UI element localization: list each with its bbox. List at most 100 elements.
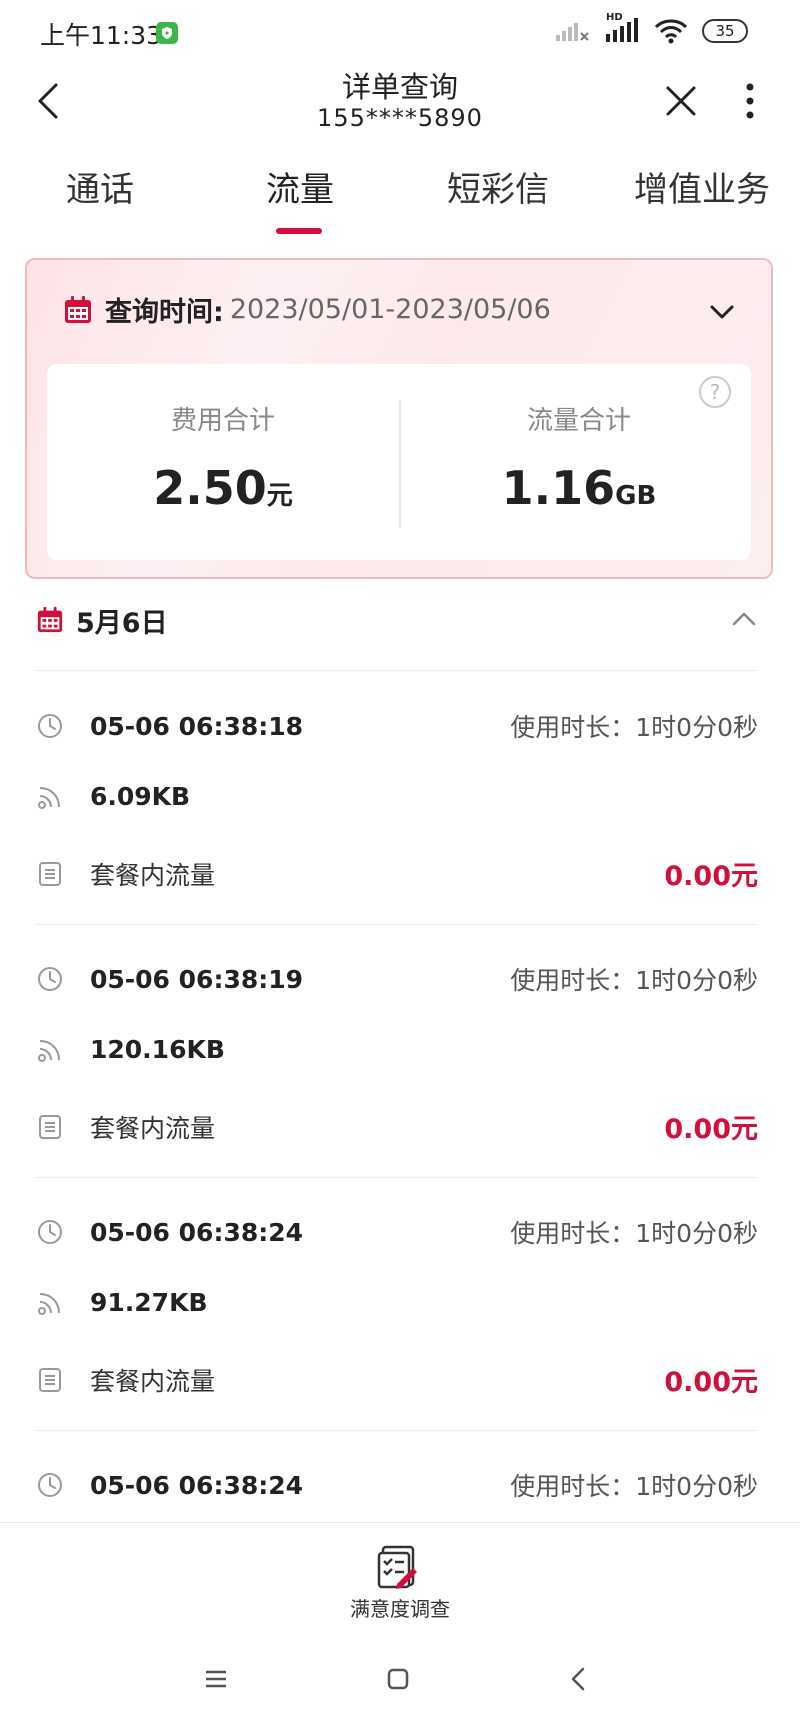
fee-total-value-line: 2.50元 (53, 461, 393, 515)
document-icon (39, 1114, 61, 1139)
summary-divider (399, 400, 401, 528)
document-icon (39, 861, 61, 886)
chevron-down-icon[interactable] (707, 300, 737, 324)
record-fee: 0.00元 (664, 1367, 758, 1398)
signal-off-icon (556, 23, 589, 41)
status-bar: 上午11:33 HD 35 (0, 0, 800, 64)
system-nav-bar (0, 1625, 800, 1733)
data-total-value-line: 1.16GB (409, 461, 749, 515)
tab-value-added[interactable]: 增值业务 (622, 150, 782, 236)
fee-total: 费用合计 2.50元 (53, 400, 393, 515)
active-tab-indicator (276, 228, 322, 234)
query-range-selector[interactable]: 查询时间: 2023/05/01-2023/05/06 (63, 290, 551, 329)
record-time-row: 05-06 06:38:18 使用时长：1时0分0秒 (36, 708, 758, 744)
record-time: 05-06 06:38:18 (90, 711, 304, 741)
duration-label: 使用时长： (510, 1219, 636, 1248)
duration-value: 1时0分0秒 (635, 966, 758, 995)
tab-calls[interactable]: 通话 (40, 150, 160, 236)
record-amount-row: 91.27KB (36, 1288, 758, 1317)
status-icons: HD 35 (554, 12, 748, 44)
header: 详单查询 155****5890 (0, 64, 800, 144)
record-type: 套餐内流量 (90, 1113, 216, 1143)
duration-value: 1时0分0秒 (635, 713, 758, 742)
record-amount-row: 120.16KB (36, 1035, 758, 1064)
back-triangle-icon (571, 1667, 585, 1691)
record-type-row: 套餐内流量 0.00元 (36, 1360, 758, 1399)
more-button[interactable] (730, 72, 770, 130)
calendar-icon (65, 295, 91, 323)
clock-icon (38, 714, 62, 738)
duration-value: 1时0分0秒 (635, 1219, 758, 1248)
record-type: 套餐内流量 (90, 860, 216, 890)
list-item[interactable]: 05-06 06:38:24 使用时长：1时0分0秒 91.27KB 套餐内流量… (0, 1178, 800, 1431)
tab-label: 通话 (66, 170, 134, 210)
tab-sms-mms[interactable]: 短彩信 (428, 150, 568, 236)
tab-label: 流量 (266, 170, 334, 210)
data-total-unit: GB (615, 481, 657, 511)
record-duration: 使用时长：1时0分0秒 (510, 1467, 758, 1503)
record-amount: 6.09KB (90, 782, 191, 811)
duration-label: 使用时长： (510, 713, 636, 742)
close-icon (666, 86, 696, 116)
record-amount: 120.16KB (90, 1035, 225, 1064)
chevron-up-icon[interactable] (730, 608, 758, 630)
record-type-row: 套餐内流量 0.00元 (36, 1107, 758, 1146)
document-icon (39, 1367, 61, 1392)
record-type-row: 套餐内流量 0.00元 (36, 854, 758, 893)
list-item[interactable]: 05-06 06:38:19 使用时长：1时0分0秒 120.16KB 套餐内流… (0, 925, 800, 1178)
record-amount: 91.27KB (90, 1288, 208, 1317)
record-time-row: 05-06 06:38:19 使用时长：1时0分0秒 (36, 961, 758, 997)
shield-icon (156, 22, 178, 44)
record-time-row: 05-06 06:38:24 使用时长：1时0分0秒 (36, 1467, 758, 1503)
fee-total-unit: 元 (266, 481, 293, 511)
query-time-label: 查询时间: (105, 297, 224, 328)
wifi-icon (654, 19, 688, 44)
record-fee: 0.00元 (664, 1114, 758, 1145)
record-time: 05-06 06:38:24 (90, 1470, 304, 1500)
nav-menu-button[interactable] (196, 1659, 236, 1699)
bottom-bar: 满意度调查 (0, 1522, 800, 1622)
clock-icon (38, 1220, 62, 1244)
tab-data[interactable]: 流量 (240, 150, 360, 236)
record-amount-row: 6.09KB (36, 782, 758, 811)
record-time-row: 05-06 06:38:24 使用时长：1时0分0秒 (36, 1214, 758, 1250)
data-total: 流量合计 1.16GB (409, 400, 749, 515)
record-time: 05-06 06:38:24 (90, 1217, 304, 1247)
survey-label: 满意度调查 (350, 1597, 450, 1621)
home-square-icon (387, 1668, 409, 1690)
data-total-value: 1.16 (501, 461, 616, 515)
record-duration: 使用时长：1时0分0秒 (510, 708, 758, 744)
data-signal-icon (38, 786, 60, 809)
close-button[interactable] (656, 72, 706, 130)
fee-total-label: 费用合计 (170, 406, 275, 436)
duration-label: 使用时长： (510, 1472, 636, 1501)
fee-total-value: 2.50 (153, 461, 267, 515)
clock-icon (38, 967, 62, 991)
record-type: 套餐内流量 (90, 1366, 216, 1396)
survey-button[interactable]: 满意度调查 (340, 1541, 460, 1622)
duration-value: 1时0分0秒 (635, 1472, 758, 1501)
record-time: 05-06 06:38:19 (90, 964, 304, 994)
survey-clipboard-icon (377, 1545, 417, 1589)
signal-hd-icon: HD (604, 12, 640, 44)
query-time-value: 2023/05/01-2023/05/06 (229, 294, 551, 325)
nav-back-button[interactable] (558, 1659, 598, 1699)
more-vertical-icon (746, 83, 754, 119)
record-duration: 使用时长：1时0分0秒 (510, 961, 758, 997)
battery-icon: 35 (702, 19, 748, 43)
day-label: 5月6日 (76, 607, 168, 639)
tab-label: 增值业务 (634, 170, 770, 210)
clock-icon (38, 1473, 62, 1497)
status-time: 上午11:33 (40, 21, 163, 50)
list-item[interactable]: 05-06 06:38:18 使用时长：1时0分0秒 6.09KB 套餐内流量 … (0, 672, 800, 925)
tab-label: 短彩信 (447, 170, 549, 210)
calendar-icon (37, 606, 63, 633)
divider (34, 670, 758, 671)
summary-card: 查询时间: 2023/05/01-2023/05/06 ? 费用合计 2.50元… (25, 258, 773, 579)
tab-bar: 通话 流量 短彩信 增值业务 (0, 150, 800, 236)
nav-home-button[interactable] (378, 1659, 418, 1699)
data-signal-icon (38, 1039, 60, 1062)
record-fee: 0.00元 (664, 861, 758, 892)
day-group-header[interactable]: 5月6日 (36, 600, 766, 640)
duration-label: 使用时长： (510, 966, 636, 995)
